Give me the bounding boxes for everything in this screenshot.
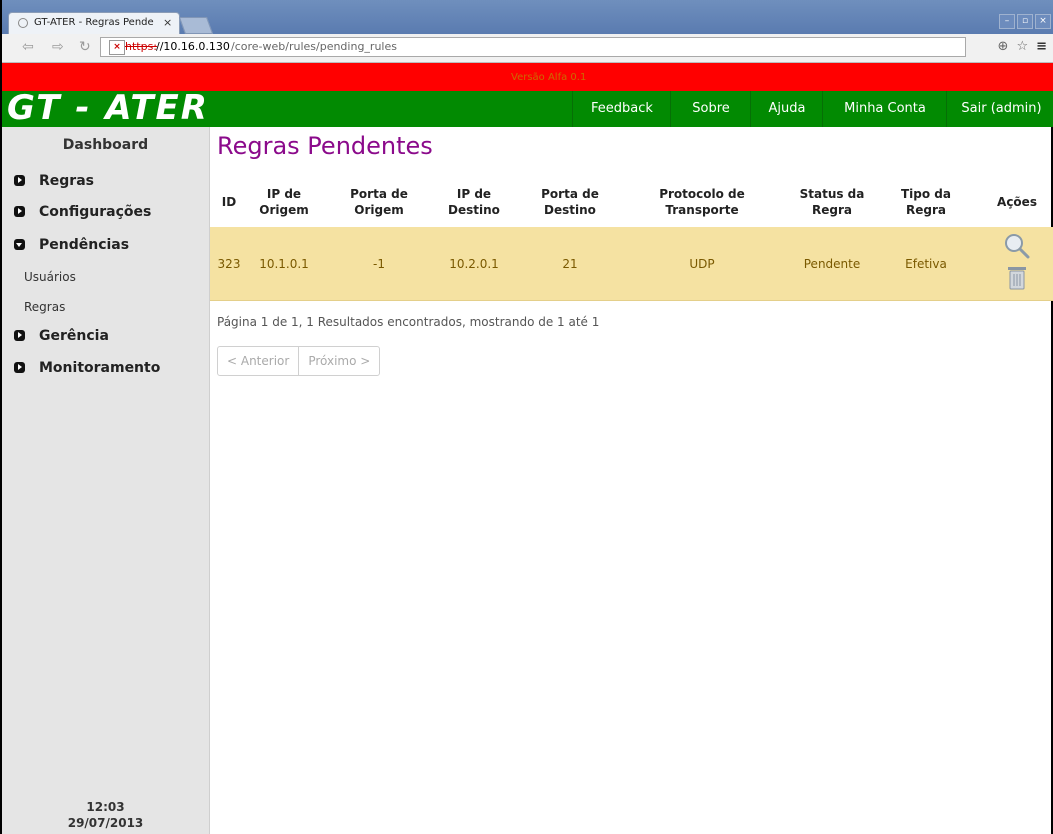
url-scheme: https: — [125, 40, 158, 53]
sidebar-item-label: Regras — [39, 173, 94, 189]
bookmark-star-icon[interactable]: ☆ — [1016, 39, 1028, 54]
app-logo[interactable]: GT - ATER — [7, 88, 209, 128]
close-window-icon[interactable]: × — [1035, 14, 1051, 29]
search-icon[interactable] — [1003, 232, 1031, 260]
minimize-icon[interactable]: – — [999, 14, 1015, 29]
cell-tipo: Efetiva — [905, 257, 947, 271]
next-button[interactable]: Próximo > — [298, 347, 379, 375]
table-row[interactable]: 323 10.1.0.1 -1 10.2.0.1 21 UDP Pendente… — [210, 227, 1053, 301]
url-host: //10.16.0.130 — [156, 40, 230, 53]
tab-close-icon[interactable]: × — [163, 16, 172, 29]
window-controls: – ▫ × — [999, 14, 1051, 29]
col-ip-origem-l1: IP de — [266, 187, 302, 201]
col-ip-destino-l1: IP de — [456, 187, 492, 201]
trash-icon[interactable] — [1007, 265, 1027, 291]
expand-arrow-icon — [14, 175, 25, 186]
toolbar-actions: ⊕ ☆ ≡ — [998, 39, 1047, 54]
col-tipo-l2: Regra — [906, 203, 946, 217]
table-header: ID IP de Origem Porta de Origem IP de De… — [210, 177, 1053, 227]
sidebar: Dashboard Regras Configurações Pendência… — [2, 127, 210, 834]
app-header: GT - ATER Feedback Sobre Ajuda Minha Con… — [2, 88, 1053, 128]
nav-minha-conta[interactable]: Minha Conta — [822, 91, 947, 127]
new-tab-button[interactable] — [178, 17, 214, 34]
cell-status: Pendente — [803, 257, 861, 271]
col-protocolo[interactable]: Protocolo de Transporte — [650, 186, 754, 218]
tab-bar: GT-ATER - Regras Pender × – ▫ × — [2, 0, 1053, 34]
col-status[interactable]: Status da Regra — [792, 186, 872, 218]
back-arrow-icon[interactable]: ⇦ — [22, 39, 34, 55]
col-status-l1: Status da — [799, 187, 865, 201]
cell-porta-origem: -1 — [373, 257, 385, 271]
col-ip-destino-l2: Destino — [448, 203, 500, 217]
pagination: < Anterior Próximo > — [217, 346, 381, 376]
expand-arrow-icon — [14, 330, 25, 341]
nav-sair[interactable]: Sair (admin) — [946, 91, 1053, 127]
forward-arrow-icon[interactable]: ⇨ — [52, 39, 64, 55]
sidebar-item-monitoramento[interactable]: Monitoramento — [14, 360, 160, 376]
col-id[interactable]: ID — [218, 194, 240, 210]
sidebar-item-regras[interactable]: Regras — [14, 173, 94, 189]
sidebar-item-label: Gerência — [39, 328, 109, 344]
clock-date: 29/07/2013 — [67, 816, 144, 830]
col-tipo-l1: Tipo da — [901, 187, 951, 201]
col-porta-destino-l1: Porta de — [541, 187, 599, 201]
version-text: Versão Alfa 0.1 — [511, 72, 587, 83]
menu-icon[interactable]: ≡ — [1036, 39, 1047, 54]
sidebar-dashboard[interactable]: Dashboard — [2, 137, 209, 153]
sidebar-subitem-regras[interactable]: Regras — [24, 300, 65, 314]
main-content: Regras Pendentes ID IP de Origem Porta d… — [210, 127, 1053, 834]
nav-sobre[interactable]: Sobre — [670, 91, 751, 127]
col-protocolo-l1: Protocolo de — [659, 187, 745, 201]
col-ip-origem-l2: Origem — [259, 203, 309, 217]
clock-time: 12:03 — [86, 800, 125, 814]
col-porta-origem-l2: Origem — [354, 203, 404, 217]
sidebar-item-label: Pendências — [39, 237, 130, 253]
favicon-icon — [18, 18, 28, 28]
col-tipo[interactable]: Tipo da Regra — [894, 186, 958, 218]
sidebar-item-configuracoes[interactable]: Configurações — [14, 204, 151, 220]
expand-arrow-icon — [14, 362, 25, 373]
browser-toolbar: ⇦ ⇨ ↻ × https: //10.16.0.130 /core-web/r… — [2, 34, 1053, 63]
version-bar: Versão Alfa 0.1 — [2, 63, 1053, 91]
sidebar-subitem-usuarios[interactable]: Usuários — [24, 270, 76, 284]
page-title: Regras Pendentes — [217, 132, 433, 160]
col-porta-destino[interactable]: Porta de Destino — [532, 186, 608, 218]
col-ip-destino[interactable]: IP de Destino — [442, 186, 506, 218]
url-path: /core-web/rules/pending_rules — [231, 40, 397, 53]
cell-ip-destino: 10.2.0.1 — [449, 257, 499, 271]
collapse-arrow-icon — [14, 239, 25, 250]
nav-feedback[interactable]: Feedback — [572, 91, 671, 127]
col-acoes: Ações — [997, 195, 1037, 209]
col-porta-origem[interactable]: Porta de Origem — [342, 186, 416, 218]
maximize-icon[interactable]: ▫ — [1017, 14, 1033, 29]
zoom-icon[interactable]: ⊕ — [998, 39, 1009, 54]
col-status-l2: Regra — [812, 203, 852, 217]
expand-arrow-icon — [14, 206, 25, 217]
nav-ajuda[interactable]: Ajuda — [750, 91, 823, 127]
pagination-info: Página 1 de 1, 1 Resultados encontrados,… — [217, 315, 600, 329]
browser-window: GT-ATER - Regras Pender × – ▫ × ⇦ ⇨ ↻ × … — [0, 0, 1053, 834]
sidebar-item-label: Configurações — [39, 204, 152, 220]
col-porta-destino-l2: Destino — [544, 203, 596, 217]
address-bar[interactable]: × https: //10.16.0.130 /core-web/rules/p… — [100, 37, 966, 57]
cell-id: 323 — [217, 257, 241, 271]
tab-title: GT-ATER - Regras Pender — [34, 17, 154, 28]
sidebar-item-gerencia[interactable]: Gerência — [14, 328, 109, 344]
col-protocolo-l2: Transporte — [665, 203, 739, 217]
reload-icon[interactable]: ↻ — [79, 39, 91, 55]
cell-porta-destino: 21 — [562, 257, 578, 271]
col-porta-origem-l1: Porta de — [350, 187, 408, 201]
col-ip-origem[interactable]: IP de Origem — [252, 186, 316, 218]
cell-ip-origem: 10.1.0.1 — [259, 257, 309, 271]
prev-button[interactable]: < Anterior — [218, 347, 298, 375]
sidebar-item-label: Monitoramento — [39, 360, 161, 376]
insecure-lock-icon[interactable]: × — [109, 40, 125, 55]
browser-tab[interactable]: GT-ATER - Regras Pender × — [8, 12, 180, 34]
cell-protocolo: UDP — [689, 257, 715, 271]
sidebar-item-pendencias[interactable]: Pendências — [14, 237, 129, 253]
